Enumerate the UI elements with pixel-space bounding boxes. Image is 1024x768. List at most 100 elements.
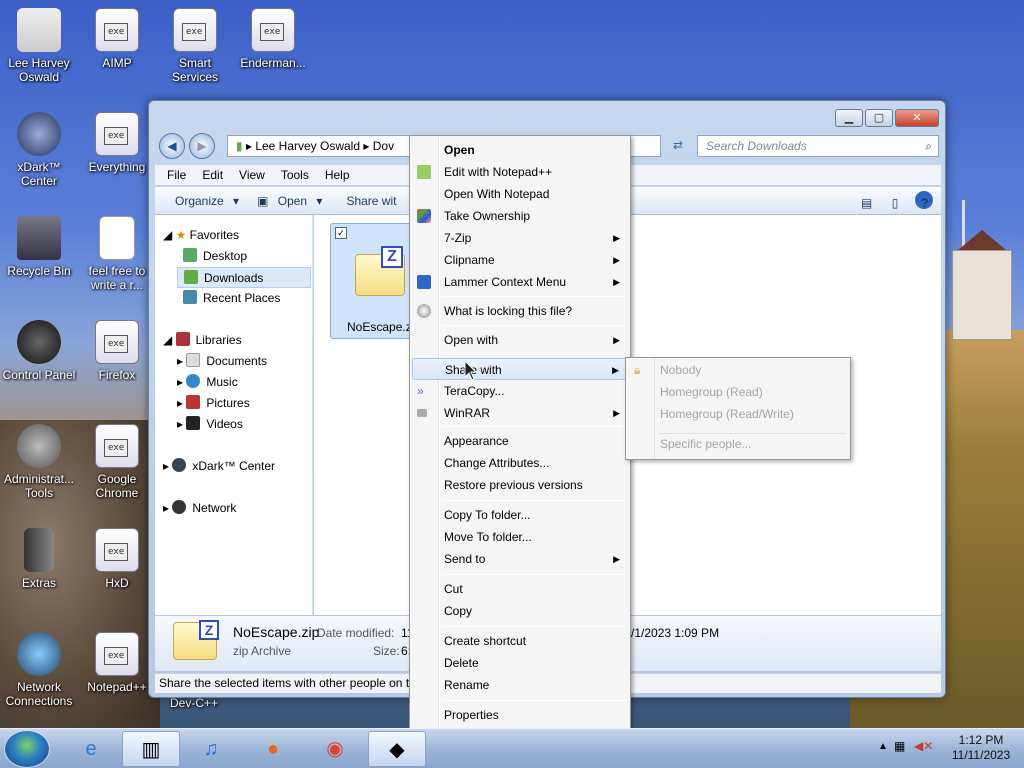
- submenu-item-homegroup-readwrite[interactable]: Homegroup (Read/Write): [660, 403, 794, 425]
- view-controls: ▤ ▾ ▯ ?: [855, 191, 933, 228]
- start-button[interactable]: [4, 730, 50, 768]
- menu-item-cut[interactable]: Cut: [412, 578, 628, 600]
- desktop-icon-notepadpp[interactable]: Notepad++: [78, 632, 156, 694]
- menu-item-change-attributes[interactable]: Change Attributes...: [412, 452, 628, 474]
- taskbar-chrome-icon[interactable]: ◉: [306, 731, 364, 767]
- menu-item-rename[interactable]: Rename: [412, 674, 628, 696]
- desktop-icon-feel-free[interactable]: feel free to write a r...: [78, 216, 156, 292]
- desktop-icon-recycle-bin[interactable]: Recycle Bin: [0, 216, 78, 278]
- menu-item-open[interactable]: Open: [412, 139, 628, 161]
- taskbar-ie-icon[interactable]: e: [62, 731, 120, 767]
- clock[interactable]: 1:12 PM 11/11/2023: [946, 733, 1016, 763]
- maximize-button[interactable]: ▢: [865, 109, 893, 127]
- nav-favorites[interactable]: ◢ ★ Favorites: [163, 225, 239, 246]
- nav-documents[interactable]: ▸ Documents: [177, 351, 267, 372]
- change-view-icon[interactable]: ▤ ▾: [855, 191, 875, 228]
- menu-item-open-with[interactable]: Open with ▶: [412, 329, 628, 351]
- volume-muted-icon[interactable]: ◀✕: [914, 739, 933, 753]
- menu-label: Create shortcut: [444, 634, 527, 648]
- desktop-icon-hxd[interactable]: HxD: [78, 528, 156, 590]
- desktop-icon-smart-services[interactable]: Smart Services: [156, 8, 234, 84]
- menu-item-winrar[interactable]: WinRAR ▶: [412, 402, 628, 424]
- desktop-icon-network-connections[interactable]: Network Connections: [0, 632, 78, 708]
- refresh-icon[interactable]: ⇄: [667, 135, 689, 157]
- menu-separator: [442, 500, 626, 501]
- checkbox-icon[interactable]: ✓: [335, 227, 347, 239]
- menu-separator: [442, 574, 626, 575]
- taskbar-winrar-icon[interactable]: ▥: [122, 731, 180, 767]
- file-item-noescape[interactable]: ✓ Z NoEscape.zip: [330, 223, 421, 339]
- taskbar-music-icon[interactable]: ♫: [182, 731, 240, 767]
- open-button[interactable]: ▣ Open ▾: [251, 191, 328, 211]
- clock-date: 11/11/2023: [951, 748, 1011, 762]
- submenu-item-nobody[interactable]: Nobody: [660, 359, 701, 381]
- menu-item-clipname[interactable]: Clipname ▶: [412, 249, 628, 271]
- nav-music[interactable]: ▸ Music: [177, 372, 238, 393]
- search-input[interactable]: Search Downloads ⌕: [697, 135, 939, 157]
- network-icon: [172, 500, 187, 514]
- desktop-icon-lee-harvey-oswald[interactable]: Lee Harvey Oswald: [0, 8, 78, 84]
- search-placeholder: Search Downloads: [706, 139, 807, 153]
- menu-item-7zip[interactable]: 7-Zip ▶: [412, 227, 628, 249]
- desktop-icon-control-panel[interactable]: Control Panel: [0, 320, 78, 382]
- menu-item-appearance[interactable]: Appearance: [412, 430, 628, 452]
- network-tray-icon[interactable]: ▦: [894, 739, 905, 753]
- nav-pictures[interactable]: ▸ Pictures: [177, 393, 250, 414]
- menu-file[interactable]: File: [161, 165, 192, 185]
- desktop-icon-enderman[interactable]: Enderman...: [234, 8, 312, 70]
- nav-label: Desktop: [203, 249, 248, 263]
- submenu-item-specific-people[interactable]: Specific people...: [660, 433, 751, 455]
- menu-view[interactable]: View: [233, 165, 271, 185]
- menu-item-open-notepad[interactable]: Open With Notepad: [412, 183, 628, 205]
- back-button[interactable]: ◀: [159, 133, 185, 159]
- nav-videos[interactable]: ▸ Videos: [177, 414, 243, 435]
- taskbar-firefox-icon[interactable]: ●: [244, 731, 302, 767]
- preview-pane-icon[interactable]: ▯: [885, 191, 905, 210]
- menu-item-locking[interactable]: What is locking this file?: [412, 300, 628, 322]
- menu-label: Open: [444, 143, 475, 157]
- menu-item-delete[interactable]: Delete: [412, 652, 628, 674]
- menu-item-restore-previous[interactable]: Restore previous versions: [412, 474, 628, 496]
- desktop-icon-aimp[interactable]: AIMP: [78, 8, 156, 70]
- nav-network[interactable]: ▸ Network: [163, 498, 236, 519]
- menu-tools[interactable]: Tools: [275, 165, 315, 185]
- share-with-button[interactable]: Share wit: [334, 191, 408, 211]
- menu-item-copy[interactable]: Copy: [412, 600, 628, 622]
- menu-item-move-to-folder[interactable]: Move To folder...: [412, 526, 628, 548]
- menu-item-share-with[interactable]: Share with ▶: [412, 358, 628, 380]
- nav-recent-places[interactable]: Recent Places: [183, 288, 280, 309]
- help-icon[interactable]: ?: [915, 191, 933, 210]
- menu-item-take-ownership[interactable]: Take Ownership: [412, 205, 628, 227]
- nav-xdark-center[interactable]: ▸ xDark™ Center: [163, 456, 275, 477]
- menu-edit[interactable]: Edit: [196, 165, 229, 185]
- menu-item-copy-to-folder[interactable]: Copy To folder...: [412, 504, 628, 526]
- organize-label: Organize: [175, 193, 224, 208]
- desktop-icon-firefox[interactable]: Firefox: [78, 320, 156, 382]
- text-file-icon: [99, 216, 135, 260]
- menu-item-send-to[interactable]: Send to ▶: [412, 548, 628, 570]
- organize-button[interactable]: Organize ▾: [163, 191, 245, 211]
- submenu-item-homegroup-read[interactable]: Homegroup (Read): [660, 381, 763, 403]
- nav-desktop[interactable]: Desktop: [183, 246, 247, 267]
- desktop-icon-everything[interactable]: Everything: [78, 112, 156, 174]
- nav-downloads[interactable]: Downloads: [177, 267, 311, 288]
- forward-button[interactable]: ▶: [189, 133, 215, 159]
- desktop-icon-extras[interactable]: Extras: [0, 528, 78, 590]
- breadcrumb-folder[interactable]: Dov: [373, 139, 394, 153]
- menu-item-teracopy[interactable]: » TeraCopy...: [412, 380, 628, 402]
- menu-item-create-shortcut[interactable]: Create shortcut: [412, 630, 628, 652]
- desktop-icon-devcpp[interactable]: Dev-C++: [155, 696, 233, 710]
- menu-item-properties[interactable]: Properties: [412, 704, 628, 726]
- minimize-button[interactable]: ▁: [835, 109, 863, 127]
- tray-expand-icon[interactable]: ▲: [878, 741, 888, 752]
- nav-libraries[interactable]: ◢ Libraries: [163, 330, 242, 351]
- breadcrumb-user[interactable]: Lee Harvey Oswald: [255, 139, 360, 153]
- desktop-icon-xdark-center[interactable]: xDark™ Center: [0, 112, 78, 188]
- desktop-icon-administrative-tools[interactable]: Administrat... Tools: [0, 424, 78, 500]
- desktop-icon-google-chrome[interactable]: Google Chrome: [78, 424, 156, 500]
- close-button[interactable]: ✕: [895, 109, 939, 127]
- menu-help[interactable]: Help: [319, 165, 356, 185]
- taskbar-control-panel-icon[interactable]: ◆: [368, 731, 426, 767]
- menu-item-edit-notepadpp[interactable]: Edit with Notepad++: [412, 161, 628, 183]
- menu-item-lammer[interactable]: Lammer Context Menu ▶: [412, 271, 628, 293]
